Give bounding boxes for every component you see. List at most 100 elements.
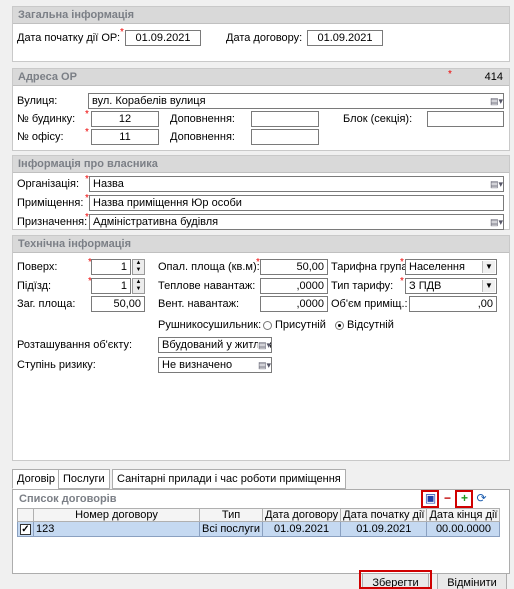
extra1-field[interactable] — [251, 111, 319, 127]
purpose-field[interactable]: Адміністративна будівля ▤▾ — [89, 214, 504, 230]
tariff-group-select[interactable]: Населення ▼ — [405, 259, 497, 275]
remove-icon[interactable]: − — [440, 492, 455, 506]
refresh-icon[interactable]: ⟳ — [474, 492, 489, 506]
owner-group: Інформація про власника Організація: * Н… — [12, 155, 510, 230]
end-date-cell[interactable]: 00.00.0000 — [426, 521, 501, 537]
org-label: Організація: — [17, 178, 79, 190]
column-header[interactable]: Номер договору — [33, 508, 200, 522]
tab-services[interactable]: Послуги — [58, 469, 110, 489]
office-field[interactable]: 11 — [91, 129, 159, 145]
location-label: Розташування об'єкту: — [17, 339, 133, 351]
street-field[interactable]: вул. Корабелів вулиця ▤▾ — [88, 93, 504, 109]
contract-number-cell[interactable]: 123 — [33, 521, 200, 537]
tariff-type-select[interactable]: З ПДВ ▼ — [405, 278, 497, 294]
start-date-field[interactable]: 01.09.2021 — [125, 30, 201, 46]
room-field[interactable]: Назва приміщення Юр особи — [89, 195, 504, 211]
contract-date-cell[interactable]: 01.09.2021 — [261, 521, 342, 537]
required-mark: * — [400, 276, 404, 287]
location-field[interactable]: Вбудований у житловий будино ▤▾ — [158, 337, 272, 353]
address-header: Адреса ОР * 414 — [13, 69, 509, 86]
floor-spinner[interactable]: ▲ ▼ — [132, 259, 145, 275]
column-header[interactable]: Дата початку дії — [340, 508, 428, 522]
chevron-down-icon[interactable]: ▼ — [482, 261, 495, 273]
table-row[interactable]: ✓ 123 Всі послуги 01.09.2021 01.09.2021 … — [17, 521, 501, 537]
volume-label: Об'єм приміщ.: — [331, 298, 408, 310]
tariff-group-value: Населення — [409, 261, 465, 273]
block-label: Блок (секція): — [343, 113, 413, 125]
start-date-cell[interactable]: 01.09.2021 — [340, 521, 428, 537]
required-mark: * — [85, 127, 89, 138]
org-field[interactable]: Назва ▤▾ — [89, 176, 504, 192]
dropdown-icon[interactable]: ▤▾ — [490, 95, 503, 107]
dropdown-icon[interactable]: ▤▾ — [258, 339, 271, 351]
cancel-button[interactable]: Відмінити — [437, 573, 507, 589]
required-mark: * — [400, 257, 404, 268]
tech-header: Технічна інформація — [13, 236, 509, 253]
tab-sanitary[interactable]: Санітарні прилади і час роботи приміщенн… — [112, 469, 346, 489]
dropdown-icon[interactable]: ▤▾ — [258, 359, 271, 371]
highlight-add-box — [455, 490, 473, 508]
building-field[interactable]: 12 — [91, 111, 159, 127]
highlight-save-button — [359, 570, 432, 589]
column-header[interactable]: Дата кінця дії — [426, 508, 501, 522]
entrance-spinner[interactable]: ▲ ▼ — [132, 278, 145, 294]
spin-up-icon[interactable]: ▲ — [133, 279, 144, 286]
chevron-down-icon[interactable]: ▼ — [482, 280, 495, 292]
owner-header: Інформація про власника — [13, 156, 509, 173]
risk-label: Ступінь ризику: — [17, 359, 96, 371]
general-info-title: Загальна інформація — [18, 9, 135, 21]
risk-field[interactable]: Не визначено ▤▾ — [158, 357, 272, 373]
room-label: Приміщення: — [17, 197, 84, 209]
tab-contract[interactable]: Договір — [12, 469, 60, 489]
towel-present-radio[interactable] — [263, 321, 272, 330]
heat-load-field[interactable]: ,0000 — [260, 278, 328, 294]
total-area-field[interactable]: 50,00 — [91, 296, 145, 312]
towel-absent-label: Відсутній — [347, 319, 394, 331]
address-code: 414 — [484, 71, 503, 83]
street-label: Вулиця: — [17, 95, 58, 107]
purpose-value: Адміністративна будівля — [93, 216, 219, 228]
contract-date-label: Дата договору: — [226, 32, 303, 44]
spin-down-icon[interactable]: ▼ — [133, 267, 144, 274]
heated-area-field[interactable]: 50,00 — [260, 259, 328, 275]
spin-down-icon[interactable]: ▼ — [133, 286, 144, 293]
entrance-label: Підїзд: — [17, 280, 52, 292]
column-header[interactable]: Тип — [199, 508, 263, 522]
block-field[interactable] — [427, 111, 504, 127]
tariff-type-value: З ПДВ — [409, 280, 442, 292]
spin-up-icon[interactable]: ▲ — [133, 260, 144, 267]
towel-absent-radio[interactable] — [335, 321, 344, 330]
purpose-label: Призначення: — [17, 216, 88, 228]
column-header[interactable] — [17, 508, 34, 522]
vent-load-field[interactable]: ,0000 — [260, 296, 328, 312]
dropdown-icon[interactable]: ▤▾ — [490, 178, 503, 190]
tariff-group-label: Тарифна група: — [331, 261, 411, 273]
contracts-title: Список договорів — [19, 493, 117, 505]
contract-type-cell[interactable]: Всі послуги — [199, 521, 263, 537]
checkbox-icon[interactable]: ✓ — [20, 524, 31, 535]
towel-label: Рушникосушильник: — [158, 319, 262, 331]
extra2-field[interactable] — [251, 129, 319, 145]
entrance-field[interactable]: 1 — [91, 278, 131, 294]
floor-field[interactable]: 1 — [91, 259, 131, 275]
row-select-cell[interactable]: ✓ — [17, 521, 34, 537]
column-header[interactable]: Дата договору — [261, 508, 342, 522]
general-info-group: Загальна інформація Дата початку дії ОР:… — [12, 6, 510, 62]
required-mark: * — [448, 69, 452, 80]
dropdown-icon[interactable]: ▤▾ — [490, 216, 503, 228]
extra2-label: Доповнення: — [170, 131, 235, 143]
volume-field[interactable]: ,00 — [409, 296, 497, 312]
contracts-panel: Список договорів ▣ − + ⟳ Номер договору … — [12, 489, 510, 574]
owner-title: Інформація про власника — [18, 158, 158, 170]
org-value: Назва — [93, 178, 124, 190]
tariff-type-label: Тип тарифу: — [331, 280, 394, 292]
risk-value: Не визначено — [162, 359, 233, 371]
heat-load-label: Теплове навантаж: — [158, 280, 256, 292]
general-info-header: Загальна інформація — [13, 7, 509, 24]
highlight-save-box — [421, 490, 439, 508]
contract-date-field[interactable]: 01.09.2021 — [307, 30, 383, 46]
start-date-label: Дата початку дії ОР: — [17, 32, 121, 44]
location-value: Вбудований у житловий будино — [162, 339, 271, 351]
required-mark: * — [120, 27, 124, 38]
tech-title: Технічна інформація — [18, 238, 131, 250]
